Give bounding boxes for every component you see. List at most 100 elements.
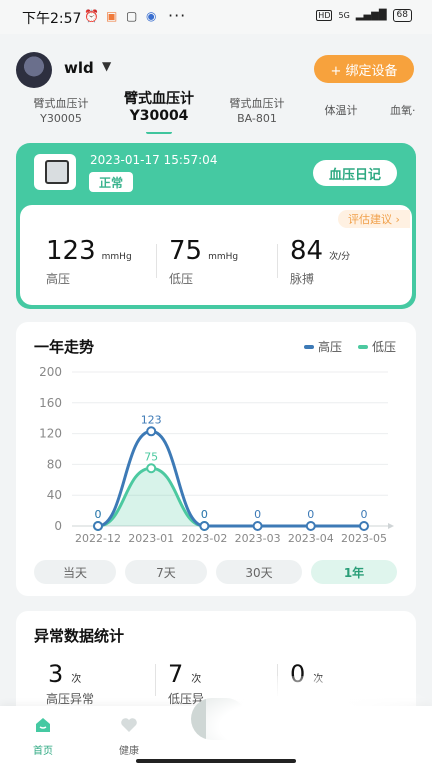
home-icon[interactable] <box>34 716 52 734</box>
divider <box>155 664 156 696</box>
legend-swatch <box>358 344 368 349</box>
systolic-value: 123 mmHg <box>46 236 132 266</box>
data-label: 0 <box>201 508 208 521</box>
count-number: 3 <box>48 660 64 688</box>
battery-icon: 68 <box>392 9 412 22</box>
tab-device-ba801[interactable]: 臂式血压计 BA-801 <box>220 96 294 126</box>
data-point <box>146 426 157 437</box>
y-tick-label: 160 <box>39 396 62 410</box>
y-tick-label: 40 <box>47 488 62 502</box>
data-label: 0 <box>254 508 261 521</box>
data-point <box>146 463 157 474</box>
assessment-advice-button[interactable]: 评估建议 › <box>338 210 410 228</box>
range-today-button[interactable]: 当天 <box>34 560 116 584</box>
legend-label: 高压 <box>318 340 343 354</box>
count-number: 7 <box>168 660 184 688</box>
range-30days-button[interactable]: 30天 <box>216 560 302 584</box>
x-tick-label: 2022-12 <box>75 532 121 545</box>
heart-icon[interactable] <box>120 716 138 734</box>
systolic-unit: mmHg <box>101 252 132 262</box>
count-unit: 次 <box>71 674 82 685</box>
avatar[interactable] <box>16 52 52 88</box>
tab-device-name: 臂式血压计 <box>124 91 194 107</box>
x-axis-arrow <box>388 523 394 529</box>
chevron-down-icon[interactable]: ▼ <box>102 59 111 73</box>
range-1year-button[interactable]: 1年 <box>311 560 397 584</box>
high-abnormal-count: 3 次 <box>48 660 81 688</box>
y-tick-label: 80 <box>47 457 62 471</box>
blood-pressure-monitor-icon <box>34 154 76 190</box>
high-abnormal-label: 高压异常 <box>46 692 95 706</box>
active-tab-indicator <box>146 128 172 134</box>
screen-glare <box>206 676 432 768</box>
app-notification-icon-2: ◉ <box>146 9 157 23</box>
pulse-number: 84 <box>290 236 324 266</box>
tab-device-name: 臂式血压计 <box>229 97 285 110</box>
trend-chart: 0 40 80 120 160 200 2022-12 2023-01 2023-02 2023-… <box>39 365 394 545</box>
divider <box>156 244 157 278</box>
y-tick-label: 0 <box>54 519 62 533</box>
x-tick-label: 2023-01 <box>128 532 174 545</box>
status-badge: 正常 <box>89 172 133 192</box>
tab-device-y30004[interactable]: 臂式血压计 Y30004 <box>114 91 204 125</box>
data-label: 0 <box>361 508 368 521</box>
legend-swatch <box>304 344 314 349</box>
pulse-unit: 次/分 <box>329 252 351 262</box>
tab-device-model: BA-801 <box>237 112 277 125</box>
diastolic-label: 低压 <box>169 272 194 286</box>
app-notification-icon: ▣ <box>106 9 118 23</box>
trend-title: 一年走势 <box>34 338 95 356</box>
bind-device-button[interactable]: + 绑定设备 <box>314 55 414 83</box>
data-label: 0 <box>95 508 102 521</box>
range-7days-button[interactable]: 7天 <box>125 560 207 584</box>
legend-label: 低压 <box>372 340 397 354</box>
data-point <box>305 521 316 531</box>
data-label: 123 <box>141 413 162 426</box>
legend-systolic: 高压 <box>304 338 342 355</box>
data-point <box>93 521 103 531</box>
nav-home[interactable]: 首页 <box>23 742 63 757</box>
tab-device-model: Y30004 <box>129 108 189 124</box>
systolic-label: 高压 <box>46 272 71 286</box>
abnormal-title: 异常数据统计 <box>34 627 125 645</box>
hd-badge: HD <box>316 10 333 21</box>
data-label: 0 <box>307 508 314 521</box>
tab-device-name: 臂式血压计 <box>33 97 89 110</box>
username[interactable]: wld <box>64 59 94 77</box>
diastolic-unit: mmHg <box>208 252 239 262</box>
x-tick-label: 2023-03 <box>235 532 281 545</box>
tab-device-y30005[interactable]: 臂式血压计 Y30005 <box>26 96 96 126</box>
screen-record-icon: ▢ <box>126 9 138 23</box>
network-label: 5G <box>338 11 350 20</box>
diastolic-number: 75 <box>169 236 203 266</box>
pulse-label: 脉搏 <box>290 272 315 286</box>
bp-diary-button[interactable]: 血压日记 <box>313 160 397 186</box>
y-tick-label: 120 <box>39 427 62 441</box>
legend-diastolic: 低压 <box>358 338 396 355</box>
pulse-value: 84 次/分 <box>290 236 350 266</box>
tab-device-model: Y30005 <box>40 112 82 125</box>
x-tick-label: 2023-05 <box>341 532 387 545</box>
diastolic-value: 75 mmHg <box>169 236 238 266</box>
divider <box>277 244 278 278</box>
gesture-home-bar[interactable] <box>136 759 296 763</box>
tab-thermometer[interactable]: 体温计 <box>316 103 366 118</box>
nav-health[interactable]: 健康 <box>109 742 149 757</box>
x-tick-label: 2023-04 <box>288 532 334 545</box>
data-label: 75 <box>144 450 158 463</box>
y-tick-label: 200 <box>39 365 62 379</box>
systolic-number: 123 <box>46 236 96 266</box>
tab-device-name: 血氧· <box>390 104 416 117</box>
more-notifications-icon: ··· <box>168 6 187 25</box>
tab-device-name: 体温计 <box>324 104 358 117</box>
status-bar: 下午2:57 ⏰ ▣ ▢ ◉ ··· HD 5G ▂▄▆█ 68 <box>0 0 432 34</box>
measurement-datetime: 2023-01-17 15:57:04 <box>90 153 218 167</box>
tab-oximeter[interactable]: 血氧· <box>390 103 432 118</box>
data-point <box>252 521 263 531</box>
data-point <box>199 521 210 531</box>
alarm-icon: ⏰ <box>84 9 99 23</box>
data-point <box>359 521 369 531</box>
x-tick-label: 2023-02 <box>181 532 227 545</box>
count-unit: 次 <box>191 674 202 685</box>
status-time: 下午2:57 <box>22 11 82 27</box>
